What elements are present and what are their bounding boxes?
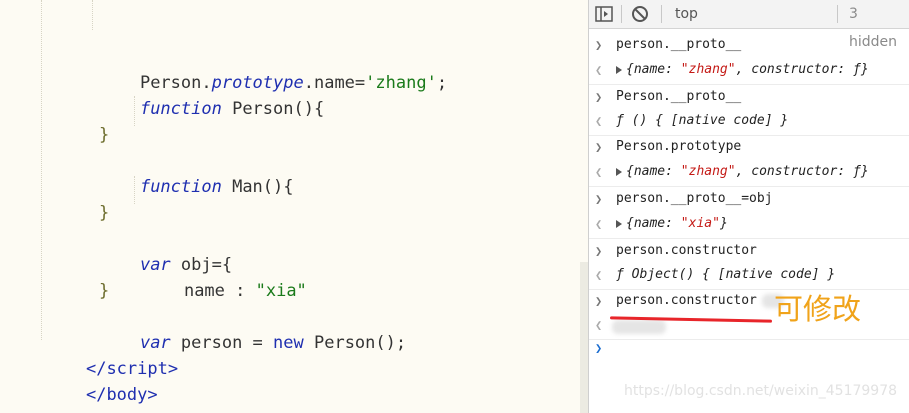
code-text: Person(){ [221,99,325,119]
indent-guide [92,0,93,30]
code-string: "xia" [255,281,307,301]
annotation-label: 可修改 [774,292,862,326]
console-input-row: ❯ Person.prototype [589,135,909,161]
output-string: "zhang" [680,164,736,179]
console-output[interactable]: {name: "zhang", constructor: ƒ} [616,160,869,184]
code-keyword: function [139,177,222,197]
console-output: ƒ Object() { [native code] } [616,267,836,282]
output-text: , constructor: ƒ} [735,62,869,77]
console-input-row: ❯ person.__proto__ [589,33,909,59]
code-tag: > [167,359,179,379]
chevron-left-icon: ❮ [595,165,603,179]
code-keyword: function [139,99,222,119]
console-input: person.constructor [616,293,757,308]
toolbar-divider [837,5,838,23]
chevron-left-icon: ❮ [595,318,603,332]
code-text: name : [183,281,256,301]
output-text: {name: [626,62,681,77]
code-text: Man(){ [221,177,294,197]
console-input-row: ❯ person.__proto__=obj [589,187,909,213]
console-prompt[interactable]: ❯ [589,336,909,362]
chevron-right-icon: ❯ [595,38,603,52]
indent-guide [41,0,42,340]
code-keyword: new [273,333,304,353]
chevron-right-icon: ❯ [595,294,603,308]
code-line: Person.prototype.name='zhang'; [99,44,447,93]
console-output-row[interactable]: ❮ {name: "zhang", constructor: ƒ} [589,160,909,187]
code-line: name : "xia" [143,252,307,301]
chevron-right-icon: ❯ [595,90,603,104]
prompt-chevron-icon: ❯ [595,341,603,355]
hidden-count[interactable]: 3 hidden [849,0,909,50]
code-line: function Person(){ [99,70,324,119]
console-output-row[interactable]: ❮ {name: "zhang", constructor: ƒ} [589,58,909,85]
output-string: "xia" [680,216,720,231]
console-output-row[interactable]: ❮ {name: "xia"} [589,212,909,239]
code-line: </body> [45,356,158,405]
console-input: person.constructor [616,243,757,258]
expand-triangle-icon[interactable] [616,167,622,176]
clear-console-icon[interactable] [630,4,650,24]
output-text: {name: [626,216,681,231]
console-input-row: ❯ Person.__proto__ [589,85,909,111]
output-text: , constructor: ƒ} [735,164,869,179]
code-text: person = [170,333,274,353]
code-text: Person(); [303,333,407,353]
code-line: } [99,281,110,301]
expand-triangle-icon[interactable] [616,65,622,74]
console-output: ƒ () { [native code] } [616,113,789,128]
devtools-console[interactable]: top 3 hidden ❯ person.__proto__ ❮ {name:… [588,0,909,413]
code-text: ; [436,73,448,93]
code-line: function Man(){ [99,148,294,197]
sidebar-toggle-icon[interactable] [594,4,614,24]
chevron-right-icon: ❯ [595,192,603,206]
console-output[interactable]: {name: "zhang", constructor: ƒ} [616,58,869,82]
console-input: person.__proto__=obj [616,191,773,206]
code-line: var obj={ [99,226,232,275]
code-line: </html> [2,382,115,413]
code-string: 'zhang' [365,73,437,93]
console-output-row: ❮ ƒ () { [native code] } [589,109,909,136]
editor-scrollbar[interactable] [580,262,588,413]
code-editor[interactable]: Person.prototype.name='zhang'; function … [0,0,588,413]
context-selector[interactable]: top [675,0,698,28]
output-text: } [719,216,728,231]
console-input-row: ❯ person.constructor [589,239,909,265]
watermark: https://blog.csdn.net/weixin_45179978 [624,383,898,399]
output-text: {name: [626,164,681,179]
blurred-region [612,320,666,334]
chevron-left-icon: ❮ [595,63,603,77]
console-input: Person.__proto__ [616,89,742,104]
chevron-right-icon: ❯ [595,140,603,154]
expand-triangle-icon[interactable] [616,219,622,228]
output-string: "zhang" [680,62,736,77]
chevron-left-icon: ❮ [595,217,603,231]
console-input: person.__proto__ [616,37,742,52]
code-line: var person = new Person(); [99,304,406,353]
chevron-right-icon: ❯ [595,244,603,258]
console-toolbar: top 3 hidden [589,0,909,50]
chevron-left-icon: ❮ [595,268,603,282]
code-line: } [99,203,110,223]
chevron-left-icon: ❮ [595,114,603,128]
code-line: </script> [45,330,178,379]
code-tag: > [147,385,158,405]
code-line: } [99,125,110,145]
console-output[interactable]: {name: "xia"} [616,212,728,236]
console-input: Person.prototype [616,139,742,154]
toolbar-divider [621,5,622,23]
toolbar-divider [661,5,662,23]
